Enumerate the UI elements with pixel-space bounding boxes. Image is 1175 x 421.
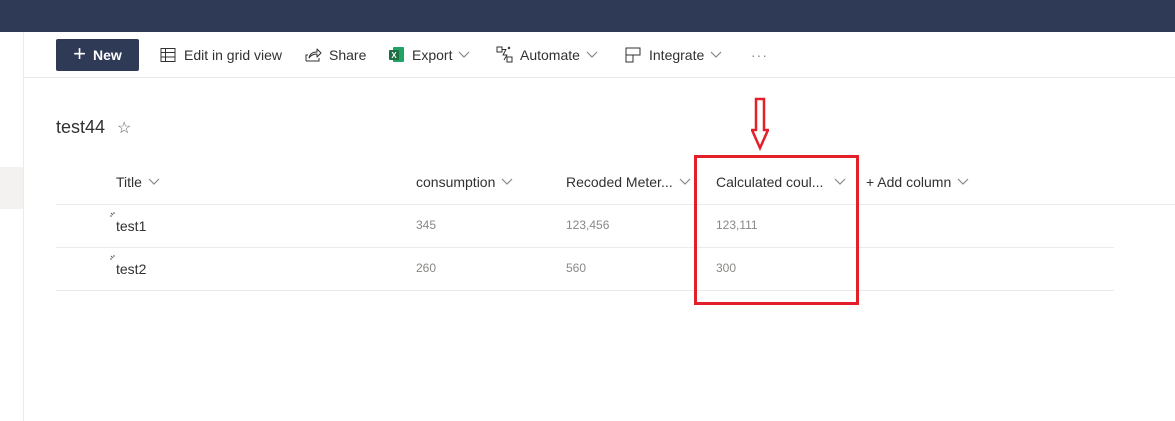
row-divider bbox=[56, 290, 1114, 291]
edit-in-grid-view-button[interactable]: Edit in grid view bbox=[159, 32, 282, 77]
chevron-down-icon bbox=[148, 178, 160, 186]
export-button[interactable]: X Export bbox=[387, 32, 470, 77]
add-column-label: + Add column bbox=[866, 174, 952, 190]
share-label: Share bbox=[329, 46, 367, 63]
column-header-label: consumption bbox=[416, 174, 496, 190]
grid-view-icon bbox=[159, 46, 177, 64]
header-divider bbox=[56, 204, 1175, 205]
chevron-down-icon bbox=[710, 51, 722, 59]
share-icon bbox=[304, 46, 322, 64]
plus-icon: + bbox=[73, 41, 87, 66]
chevron-down-icon bbox=[586, 51, 598, 59]
row-title-link[interactable]: test1 bbox=[116, 218, 146, 234]
list-title: test44 bbox=[56, 117, 106, 137]
chevron-down-icon bbox=[458, 51, 470, 59]
new-button-label: New bbox=[93, 47, 122, 63]
share-button[interactable]: Share bbox=[304, 32, 366, 77]
cell-recoded: 560 bbox=[566, 261, 587, 275]
new-button[interactable]: + New bbox=[56, 39, 139, 71]
chevron-down-icon bbox=[501, 178, 513, 186]
column-header-label: Title bbox=[116, 174, 142, 190]
chevron-down-icon bbox=[679, 178, 691, 186]
cell-recoded: 123,456 bbox=[566, 218, 610, 232]
column-header-consumption[interactable]: consumption bbox=[416, 174, 513, 190]
excel-icon: X bbox=[387, 46, 405, 64]
automate-label: Automate bbox=[520, 46, 580, 63]
annotation-highlight-box bbox=[694, 155, 859, 305]
svg-text:X: X bbox=[391, 51, 397, 60]
edit-grid-label: Edit in grid view bbox=[184, 46, 283, 63]
integrate-icon bbox=[624, 46, 642, 64]
automate-icon bbox=[495, 46, 513, 64]
row-divider bbox=[56, 247, 1114, 248]
column-header-recoded-meter[interactable]: Recoded Meter... bbox=[566, 174, 691, 190]
integrate-button[interactable]: Integrate bbox=[624, 32, 722, 77]
export-label: Export bbox=[412, 46, 453, 63]
selected-nav-item[interactable] bbox=[0, 167, 23, 209]
star-icon[interactable]: ☆ bbox=[117, 118, 131, 138]
cell-consumption: 345 bbox=[416, 218, 437, 232]
row-title-link[interactable]: test2 bbox=[116, 261, 146, 277]
add-column-button[interactable]: + Add column bbox=[866, 174, 969, 190]
left-navigation-rail bbox=[0, 32, 24, 421]
automate-button[interactable]: Automate bbox=[495, 32, 598, 77]
column-header-label: Recoded Meter... bbox=[566, 174, 673, 190]
suite-bar bbox=[0, 0, 1175, 32]
command-bar: + New Edit in grid view Share X Export A… bbox=[24, 32, 1175, 78]
cell-consumption: 260 bbox=[416, 261, 437, 275]
annotation-arrow bbox=[751, 97, 769, 151]
more-icon: ··· bbox=[751, 46, 768, 63]
column-header-title[interactable]: Title bbox=[116, 174, 160, 190]
chevron-down-icon bbox=[957, 178, 969, 186]
more-options-button[interactable]: ··· bbox=[751, 32, 768, 77]
integrate-label: Integrate bbox=[649, 46, 705, 63]
